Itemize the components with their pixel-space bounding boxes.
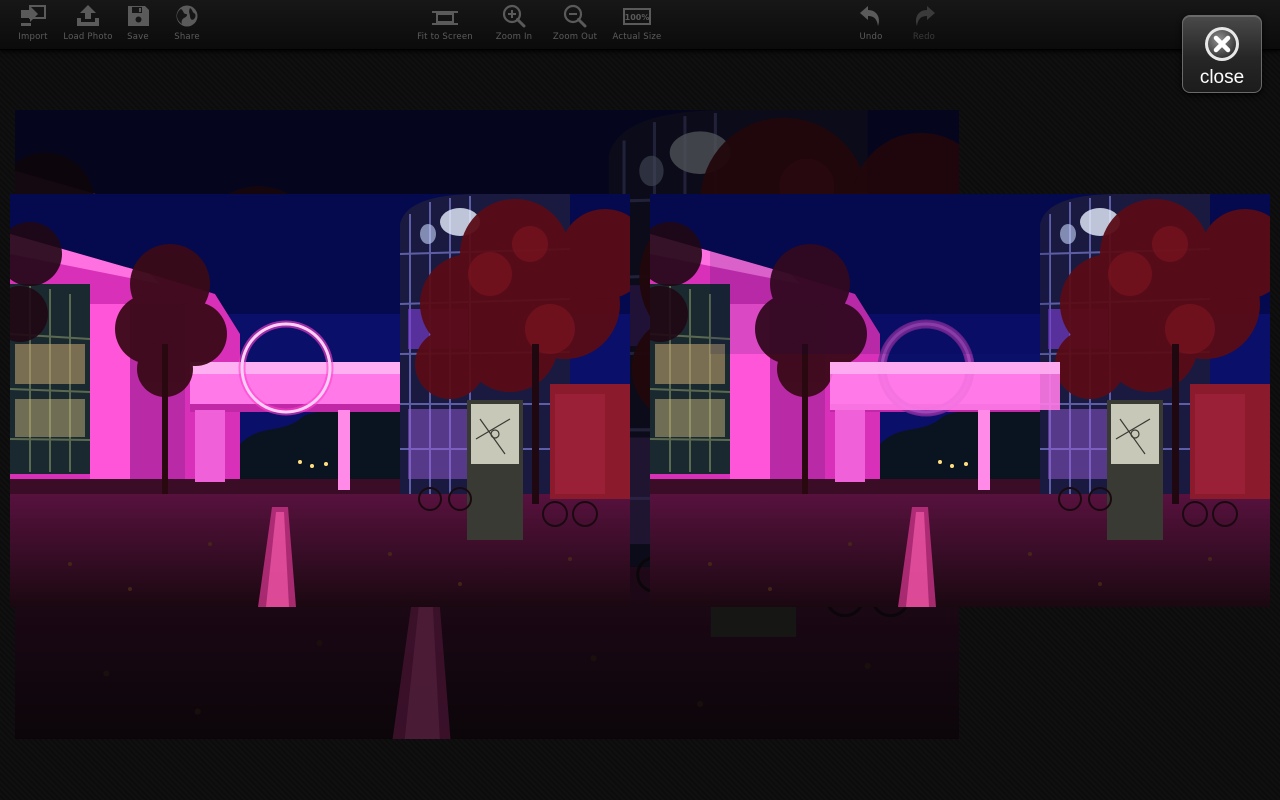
zoom-out-icon — [560, 4, 590, 28]
undo-icon — [856, 4, 886, 28]
actual-size-button[interactable]: 100% Actual Size — [611, 4, 663, 44]
import-icon — [18, 4, 48, 28]
redo-button[interactable]: Redo — [908, 4, 940, 44]
fit-screen-icon — [430, 4, 460, 28]
top-toolbar: Import Load Photo Save Share Fit to Scre… — [0, 0, 1280, 50]
undo-label: Undo — [859, 32, 883, 42]
import-label: Import — [18, 32, 48, 42]
undo-button[interactable]: Undo — [855, 4, 887, 44]
photo-editor-app: Import Load Photo Save Share Fit to Scre… — [0, 0, 1280, 800]
close-x-icon — [1205, 27, 1239, 61]
zoom-in-button[interactable]: Zoom In — [494, 4, 534, 44]
zoom-out-label: Zoom Out — [552, 32, 598, 42]
globe-share-icon — [172, 4, 202, 28]
redo-icon — [909, 4, 939, 28]
share-button[interactable]: Share — [171, 4, 203, 44]
load-photo-label: Load Photo — [63, 32, 113, 42]
upload-icon — [73, 4, 103, 28]
actual-size-label: Actual Size — [612, 32, 662, 42]
load-photo-button[interactable]: Load Photo — [62, 4, 114, 44]
save-button[interactable]: Save — [122, 4, 154, 44]
original-photo[interactable] — [10, 194, 630, 607]
share-label: Share — [174, 32, 200, 42]
actual-size-badge: 100% — [625, 13, 650, 22]
close-button[interactable]: close — [1182, 15, 1262, 93]
redo-label: Redo — [912, 32, 936, 42]
edited-photo[interactable] — [650, 194, 1270, 607]
floppy-save-icon — [123, 4, 153, 28]
close-label: close — [1199, 67, 1245, 88]
save-label: Save — [127, 32, 149, 42]
actual-size-icon: 100% — [622, 4, 652, 28]
zoom-in-label: Zoom In — [495, 32, 533, 42]
fit-to-screen-button[interactable]: Fit to Screen — [414, 4, 476, 44]
import-button[interactable]: Import — [14, 4, 52, 44]
zoom-out-button[interactable]: Zoom Out — [552, 4, 598, 44]
fit-to-screen-label: Fit to Screen — [417, 32, 473, 42]
zoom-in-icon — [499, 4, 529, 28]
